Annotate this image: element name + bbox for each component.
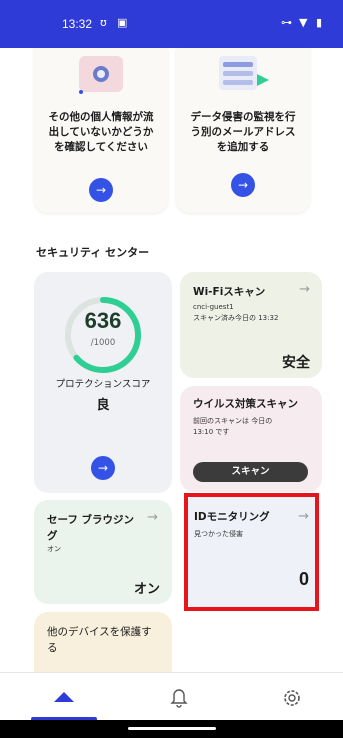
wifi-icon: ▼: [299, 16, 308, 29]
email-list-illustration-icon: [219, 56, 269, 90]
wifi-network-name: cnci-guest1: [193, 303, 234, 311]
wifi-safe-status: 安全: [282, 355, 310, 371]
arrow-right-icon[interactable]: →: [231, 173, 255, 197]
score-ring: [65, 297, 141, 373]
safe-browsing-title: セーフ ブラウジング: [47, 514, 135, 542]
protection-score-max: /1000: [90, 338, 116, 348]
section-title: セキュリティ センター: [36, 246, 150, 259]
protection-score-value: 636: [84, 308, 122, 333]
arrow-right-icon[interactable]: →: [91, 456, 115, 480]
add-email-card[interactable]: データ侵害の監視を行う別のメールアドレスを追加する →: [176, 48, 310, 213]
protect-other-devices-title: 他のデバイスを保護する: [47, 626, 152, 654]
status-bar: 13:32 ʊ ▣ ⊶ ▼ ▮: [0, 0, 343, 48]
check-personal-info-card[interactable]: その他の個人情報が流出していないかどうかを確認してください →: [34, 48, 168, 213]
antivirus-scan-card[interactable]: ウイルス対策スキャン 前回のスキャンは 今日の 13:10 です スキャン: [180, 386, 322, 492]
bottom-navigation: [0, 672, 343, 721]
key-icon: ⊶: [281, 16, 292, 29]
highlight-box: [184, 493, 319, 611]
scan-illustration-icon: [79, 56, 123, 94]
settings-icon[interactable]: [278, 683, 306, 711]
wifi-scan-card[interactable]: Wi-Fiスキャン → cnci-guest1 スキャン済み今日の 13:32 …: [180, 272, 322, 378]
add-email-text: データ侵害の監視を行う別のメールアドレスを追加する: [190, 111, 296, 153]
wifi-scan-status: スキャン済み今日の 13:32: [193, 314, 279, 322]
home-icon[interactable]: [50, 683, 78, 711]
antivirus-scan-title: ウイルス対策スキャン: [193, 398, 298, 410]
check-personal-info-text: その他の個人情報が流出していないかどうかを確認してください: [48, 111, 154, 153]
battery-icon: ▮: [316, 16, 323, 29]
safe-browsing-status: オン: [133, 582, 160, 597]
arrow-right-icon: →: [147, 510, 158, 525]
wifi-scan-title: Wi-Fiスキャン: [193, 286, 266, 298]
protect-other-devices-card[interactable]: 他のデバイスを保護する: [34, 612, 172, 672]
protection-score-card[interactable]: 636 /1000 プロテクションスコア 良 →: [34, 272, 172, 493]
arrow-right-icon[interactable]: →: [89, 178, 113, 202]
calendar-icon: ▣: [117, 16, 128, 29]
gesture-navigation-bar: [0, 720, 343, 738]
protection-score-label: プロテクションスコア: [55, 379, 151, 390]
antivirus-last-scan: 前回のスキャンは 今日の 13:10 です: [193, 417, 273, 436]
status-time: 13:32: [62, 17, 93, 31]
safe-browsing-card[interactable]: セーフ ブラウジング → オン オン: [34, 500, 172, 604]
protection-score-grade: 良: [96, 398, 110, 413]
arrow-right-icon: →: [299, 282, 310, 297]
scan-button[interactable]: スキャン: [193, 462, 308, 482]
notification-icon: ʊ: [100, 16, 107, 29]
home-gesture-handle[interactable]: [128, 727, 216, 730]
safe-browsing-subtitle: オン: [47, 545, 61, 553]
bell-icon[interactable]: [165, 683, 193, 711]
